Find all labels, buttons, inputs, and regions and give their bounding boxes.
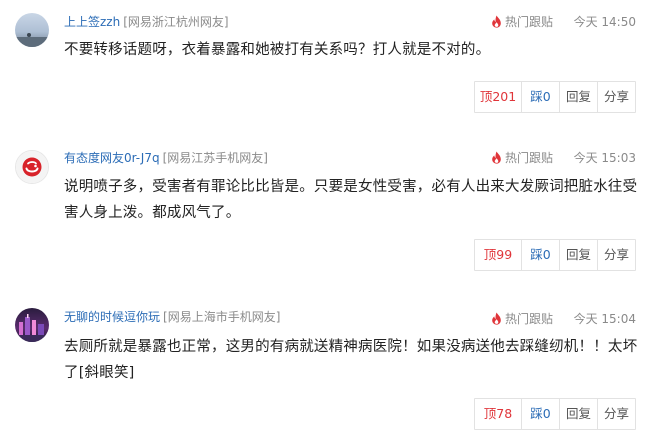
- hot-comments-label: 热门跟贴: [505, 151, 554, 165]
- flame-icon: [491, 15, 505, 29]
- avatar[interactable]: [15, 308, 49, 342]
- downvote-button[interactable]: 踩0: [521, 399, 559, 429]
- reply-button[interactable]: 回复: [559, 399, 597, 429]
- hot-comments-link[interactable]: 热门跟贴: [491, 149, 553, 167]
- hot-comments-label: 热门跟贴: [505, 15, 554, 29]
- share-button[interactable]: 分享: [597, 399, 635, 429]
- comment-meta: 无聊的时候逗你玩 [网易上海市手机网友]: [64, 308, 280, 326]
- upvote-button[interactable]: 顶201: [475, 82, 521, 112]
- comment-actions: 顶201 踩0 回复 分享: [474, 81, 636, 113]
- hot-comments-link[interactable]: 热门跟贴: [491, 13, 553, 31]
- downvote-button[interactable]: 踩0: [521, 82, 559, 112]
- flame-icon: [491, 312, 505, 326]
- user-location: [网易上海市手机网友]: [163, 310, 281, 324]
- comment-time: 今天 15:04: [573, 312, 636, 326]
- share-button[interactable]: 分享: [597, 240, 635, 270]
- username-link[interactable]: 有态度网友0r-J7q: [64, 151, 160, 165]
- comment-meta: 上上签zzh [网易浙江杭州网友]: [64, 13, 229, 31]
- reply-button[interactable]: 回复: [559, 82, 597, 112]
- username-link[interactable]: 无聊的时候逗你玩: [64, 310, 160, 324]
- upvote-button[interactable]: 顶99: [475, 240, 521, 270]
- comment-time: 今天 15:03: [573, 151, 636, 165]
- comment-text: 不要转移话题呀，衣着暴露和她被打有关系吗？打人就是不对的。: [64, 42, 491, 58]
- username-link[interactable]: 上上签zzh: [64, 15, 120, 29]
- reply-button[interactable]: 回复: [559, 240, 597, 270]
- share-button[interactable]: 分享: [597, 82, 635, 112]
- downvote-button[interactable]: 踩0: [521, 240, 559, 270]
- avatar[interactable]: [15, 150, 49, 184]
- flame-icon: [491, 151, 505, 165]
- hot-comments-link[interactable]: 热门跟贴: [491, 310, 553, 328]
- user-location: [网易江苏手机网友]: [162, 151, 268, 165]
- comment-text: 说明喷子多，受害者有罪论比比皆是。只要是女性受害，必有人出来大发厥词把脏水往受害…: [64, 179, 638, 221]
- avatar[interactable]: [15, 13, 49, 47]
- user-location: [网易浙江杭州网友]: [123, 15, 229, 29]
- comment-time: 今天 14:50: [573, 15, 636, 29]
- hot-comments-label: 热门跟贴: [505, 312, 554, 326]
- comment-text: 去厕所就是暴露也正常，这男的有病就送精神病医院！如果没病送他去踩缝纫机！！太坏了…: [64, 339, 638, 381]
- upvote-button[interactable]: 顶78: [475, 399, 521, 429]
- comment-meta: 有态度网友0r-J7q [网易江苏手机网友]: [64, 149, 268, 167]
- comment-actions: 顶99 踩0 回复 分享: [474, 239, 636, 271]
- comment-actions: 顶78 踩0 回复 分享: [474, 398, 636, 430]
